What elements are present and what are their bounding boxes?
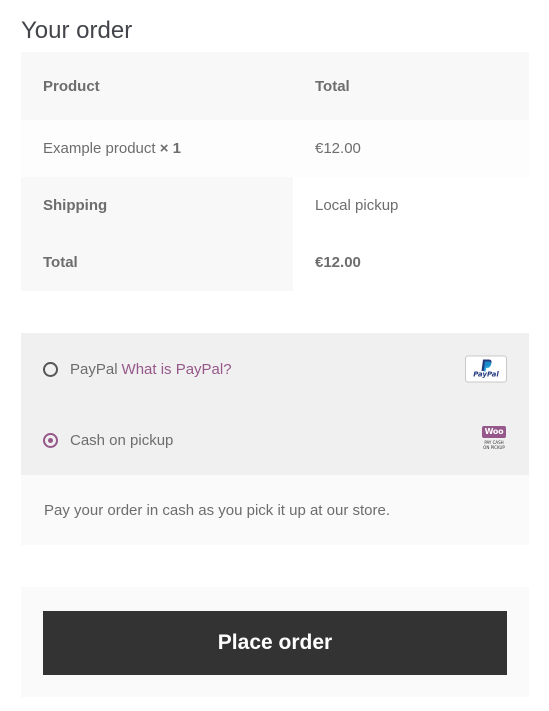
shipping-value: Local pickup <box>293 177 529 234</box>
woo-logo-text: Woo <box>482 426 506 438</box>
shipping-row: Shipping Local pickup <box>21 177 529 234</box>
payment-methods: PayPal What is PayPal? PayPal Cash on pi… <box>21 333 529 545</box>
paypal-radio[interactable] <box>43 361 58 377</box>
woo-caption: PAY CASH ON PICKUP <box>483 440 505 450</box>
place-order-button[interactable]: Place order <box>43 611 507 675</box>
table-row: Example product × 1 €12.00 <box>21 120 529 177</box>
paypal-logo-text: PayPal <box>473 370 499 379</box>
paypal-logo-icon: PayPal <box>465 355 507 383</box>
table-header-row: Product Total <box>21 52 529 120</box>
page-title: Your order <box>21 17 133 44</box>
order-total-value: €12.00 <box>293 234 529 291</box>
order-total-label: Total <box>21 234 293 291</box>
payment-method-paypal[interactable]: PayPal What is PayPal? PayPal <box>21 333 529 405</box>
woo-caption-line: ON PICKUP <box>483 445 505 450</box>
place-order-section: Place order <box>21 587 529 697</box>
order-total-row: Total €12.00 <box>21 234 529 291</box>
payment-method-cash-on-pickup[interactable]: Cash on pickup Woo PAY CASH ON PICKUP <box>21 405 529 475</box>
payment-method-label[interactable]: PayPal <box>70 361 118 378</box>
order-total-amount: €12.00 <box>315 254 361 271</box>
column-header-product: Product <box>43 77 100 95</box>
order-review-table: Product Total Example product × 1 €12.00… <box>21 52 529 291</box>
what-is-paypal-link[interactable]: What is PayPal? <box>122 361 232 378</box>
woo-pay-cash-icon: Woo PAY CASH ON PICKUP <box>481 426 507 454</box>
payment-method-description: Pay your order in cash as you pick it up… <box>21 475 529 545</box>
column-header-total: Total <box>315 77 350 95</box>
product-quantity: × 1 <box>159 140 182 157</box>
product-cell: Example product × 1 <box>21 120 293 177</box>
payment-method-label[interactable]: Cash on pickup <box>70 432 173 449</box>
checkout-order-review: Your order Product Total Example product… <box>21 0 529 697</box>
product-name: Example product <box>43 140 156 157</box>
product-price: €12.00 <box>315 140 361 157</box>
shipping-label: Shipping <box>21 177 293 234</box>
cash-on-pickup-radio[interactable] <box>43 432 58 448</box>
